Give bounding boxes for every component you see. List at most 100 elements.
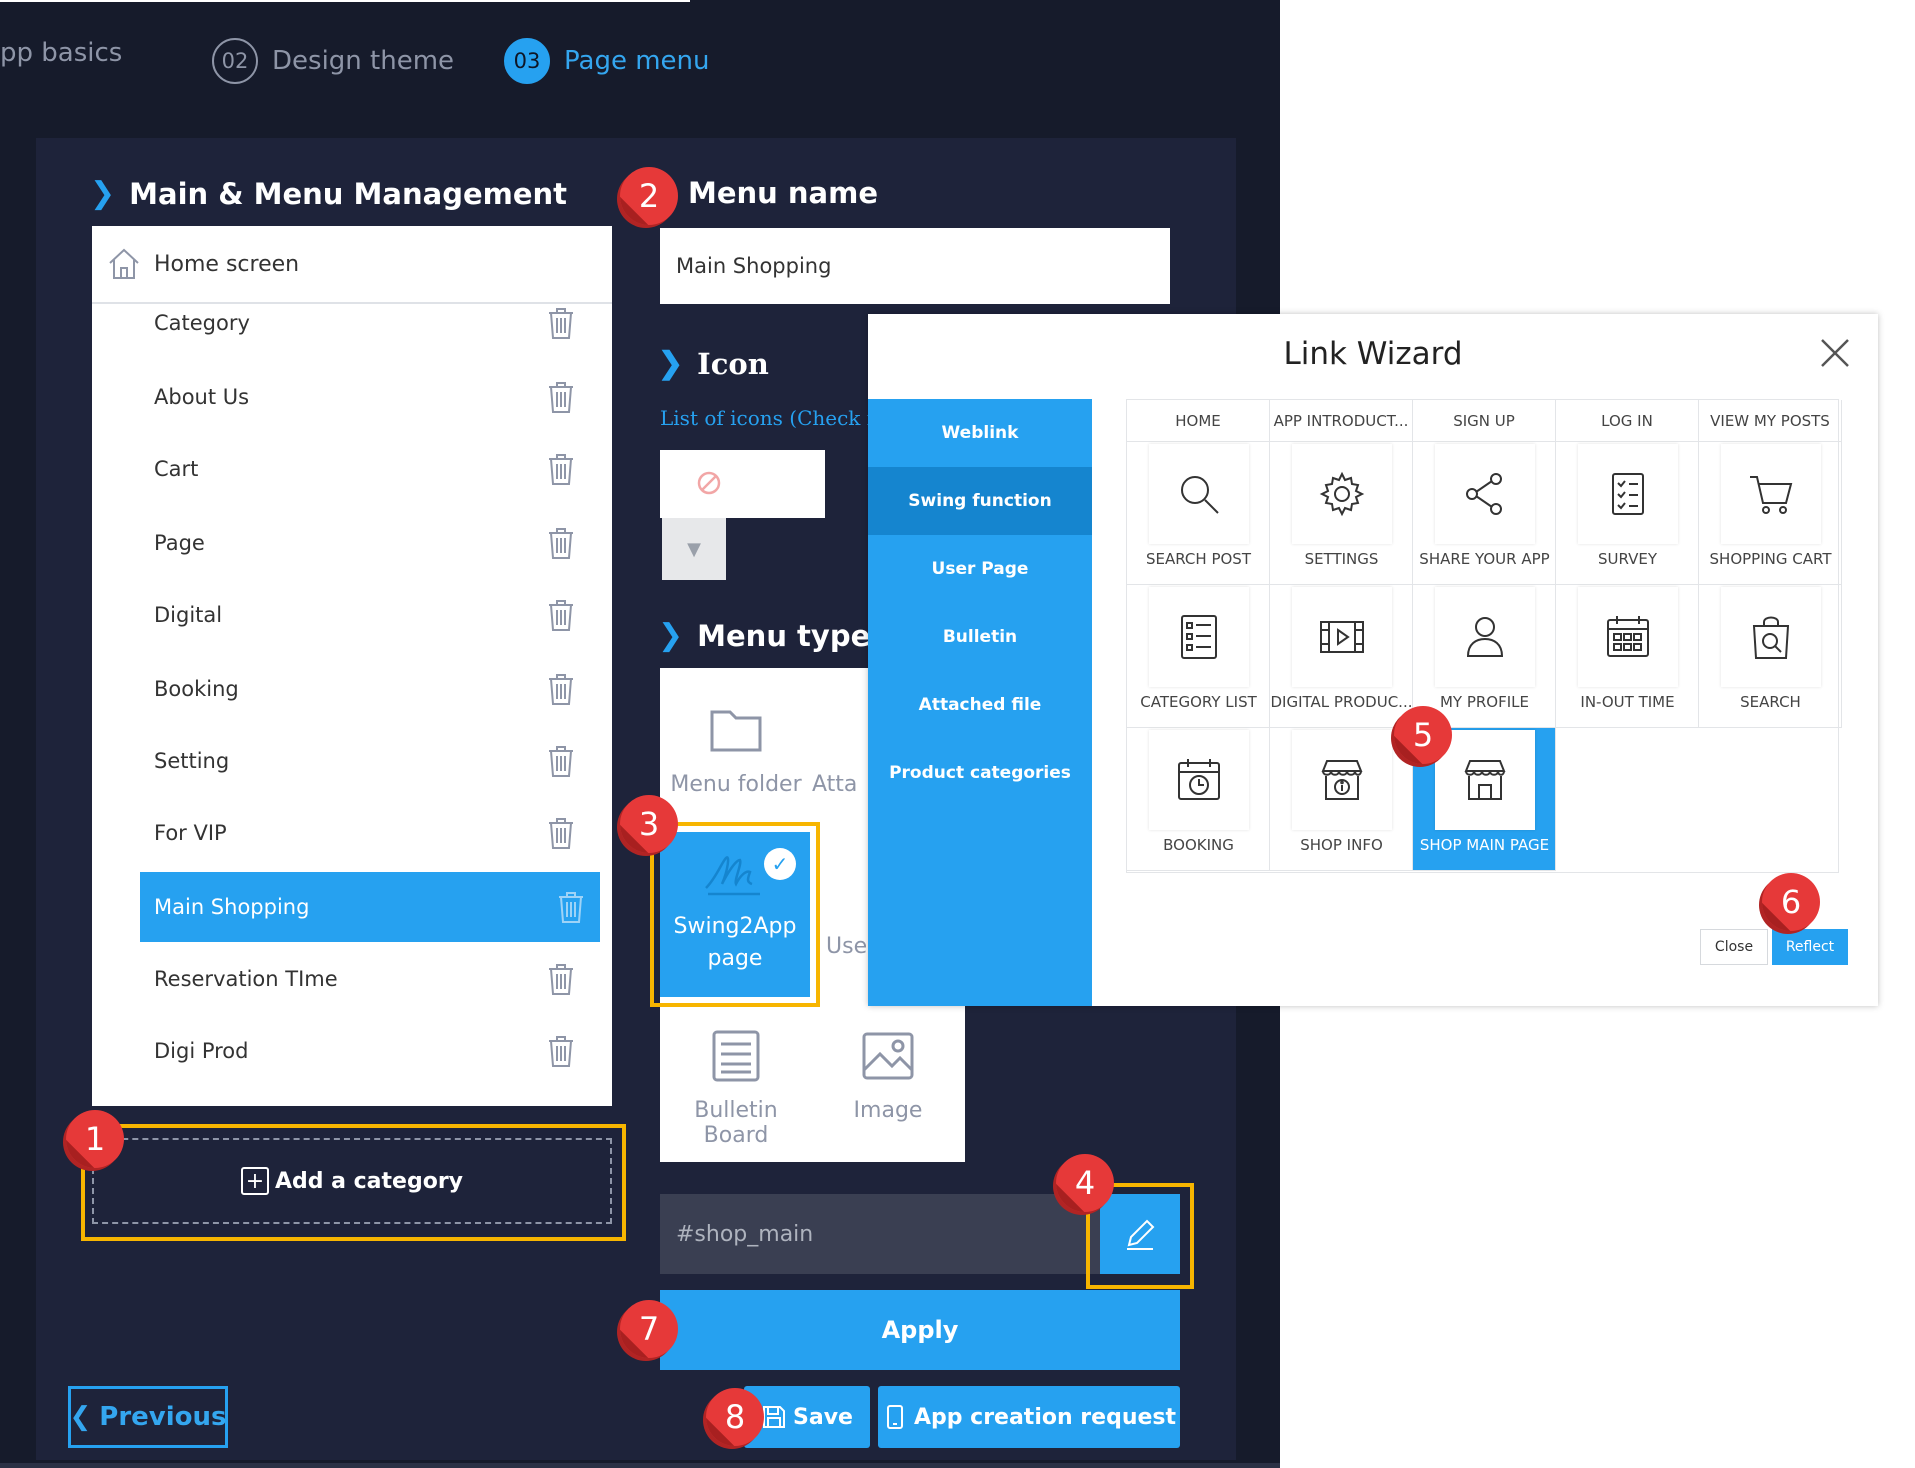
edit-link-button[interactable] bbox=[1100, 1194, 1180, 1274]
trash-icon[interactable] bbox=[546, 526, 576, 560]
main-menu-title: ❯ Main & Menu Management bbox=[90, 176, 567, 211]
category-item[interactable]: About Us bbox=[140, 362, 590, 432]
previous-button[interactable]: ❮ Previous bbox=[68, 1386, 228, 1448]
function-item[interactable]: SHOP INFO bbox=[1270, 728, 1413, 871]
function-label: SHARE YOUR APP bbox=[1419, 550, 1550, 568]
function-label: SHOP INFO bbox=[1300, 836, 1383, 854]
function-label: CATEGORY LIST bbox=[1140, 693, 1257, 711]
trash-icon[interactable] bbox=[546, 672, 576, 706]
icon-picker[interactable] bbox=[660, 450, 825, 518]
function-item[interactable]: BOOKING bbox=[1127, 728, 1270, 871]
function-header[interactable]: SIGN UP bbox=[1413, 400, 1556, 442]
chevron-right-icon: ❯ bbox=[658, 346, 684, 381]
category-item[interactable]: Digital bbox=[140, 580, 590, 650]
add-category-button[interactable]: + Add a category bbox=[92, 1138, 612, 1224]
link-value-field[interactable]: #shop_main bbox=[660, 1194, 1100, 1274]
trash-icon[interactable] bbox=[546, 452, 576, 486]
menu-type-label-line2: page bbox=[707, 946, 763, 971]
share-icon bbox=[1466, 473, 1502, 515]
menu-type-folder[interactable]: Menu folder bbox=[660, 700, 812, 797]
app-creation-request-button[interactable]: App creation request bbox=[878, 1386, 1180, 1448]
link-type-item[interactable]: Product categories bbox=[868, 739, 1092, 807]
function-item[interactable]: DIGITAL PRODUC... bbox=[1270, 585, 1413, 728]
category-item[interactable]: Booking bbox=[140, 654, 590, 724]
category-item[interactable]: Main Shopping bbox=[140, 872, 600, 942]
function-icon-box bbox=[1292, 587, 1392, 687]
link-type-item[interactable]: Swing function bbox=[868, 467, 1092, 535]
menu-type-bulletin[interactable]: Bulletin Board bbox=[660, 1026, 812, 1148]
function-label: SHOPPING CART bbox=[1709, 550, 1832, 568]
category-item[interactable]: Setting bbox=[140, 726, 590, 796]
link-type-item[interactable]: Bulletin bbox=[868, 603, 1092, 671]
category-item[interactable]: Cart bbox=[140, 434, 590, 504]
apply-button[interactable]: Apply bbox=[660, 1290, 1180, 1370]
category-item[interactable]: Reservation TIme bbox=[140, 944, 590, 1014]
menu-type-label: Menu folder bbox=[670, 772, 802, 797]
link-type-item[interactable]: User Page bbox=[868, 535, 1092, 603]
trash-icon[interactable] bbox=[546, 1034, 576, 1068]
step-page-menu[interactable]: 03 Page menu bbox=[504, 38, 710, 84]
menu-type-attached[interactable]: Atta bbox=[812, 700, 872, 797]
previous-label: Previous bbox=[99, 1402, 227, 1432]
link-type-item[interactable]: Attached file bbox=[868, 671, 1092, 739]
trash-icon[interactable] bbox=[546, 306, 576, 340]
link-wizard-dialog: Link Wizard Weblink Swing function User Pa… bbox=[868, 314, 1878, 1006]
function-icon-box bbox=[1721, 444, 1821, 544]
folder-icon bbox=[710, 710, 762, 752]
function-header[interactable]: VIEW MY POSTS bbox=[1699, 400, 1842, 442]
check-icon: ✓ bbox=[764, 848, 796, 880]
close-icon[interactable] bbox=[1818, 336, 1852, 370]
phone-icon bbox=[886, 1405, 903, 1429]
save-label: Save bbox=[793, 1404, 853, 1430]
function-item[interactable]: IN-OUT TIME bbox=[1556, 585, 1699, 728]
apply-label: Apply bbox=[881, 1316, 959, 1344]
step-badge: 4 bbox=[1056, 1154, 1114, 1212]
close-button[interactable]: Close bbox=[1700, 929, 1768, 965]
category-item[interactable]: Digi Prod bbox=[140, 1016, 590, 1086]
trash-icon[interactable] bbox=[556, 890, 586, 924]
storefront-icon bbox=[1464, 760, 1506, 800]
function-item[interactable]: SHOPPING CART bbox=[1699, 442, 1842, 585]
menu-type-label: Use bbox=[826, 934, 866, 959]
trash-icon[interactable] bbox=[546, 598, 576, 632]
reflect-button[interactable]: Reflect bbox=[1772, 929, 1848, 965]
chevron-right-icon: ❯ bbox=[90, 176, 116, 211]
trash-icon[interactable] bbox=[546, 380, 576, 414]
menu-name-value: Main Shopping bbox=[676, 254, 832, 278]
calendar-clock-icon bbox=[1178, 759, 1220, 800]
function-item[interactable]: SEARCH bbox=[1699, 585, 1842, 728]
link-type-item[interactable]: Weblink bbox=[868, 399, 1092, 467]
gear-icon bbox=[1319, 471, 1365, 517]
category-item[interactable]: Page bbox=[140, 508, 590, 578]
category-item[interactable]: For VIP bbox=[140, 798, 590, 868]
function-item[interactable]: SEARCH POST bbox=[1127, 442, 1270, 585]
function-item[interactable]: MY PROFILE bbox=[1413, 585, 1556, 728]
menu-type-user[interactable]: Use bbox=[826, 862, 866, 959]
trash-icon[interactable] bbox=[546, 816, 576, 850]
menu-type-image[interactable]: Image bbox=[812, 1026, 964, 1123]
category-label: Digi Prod bbox=[154, 1039, 249, 1063]
icon-dropdown-toggle[interactable]: ▼ bbox=[662, 518, 726, 580]
icon-list-link[interactable]: List of icons (Check ic bbox=[660, 406, 870, 430]
function-icon-box bbox=[1149, 587, 1249, 687]
step-app-basics[interactable]: pp basics bbox=[0, 38, 122, 68]
chevron-left-icon: ❮ bbox=[69, 1402, 92, 1432]
function-item[interactable]: SETTINGS bbox=[1270, 442, 1413, 585]
step-label: pp basics bbox=[0, 38, 123, 68]
function-header[interactable]: LOG IN bbox=[1556, 400, 1699, 442]
menu-name-input[interactable]: Main Shopping bbox=[660, 228, 1170, 304]
step-design-theme[interactable]: 02 Design theme bbox=[212, 38, 454, 84]
function-item[interactable]: CATEGORY LIST bbox=[1127, 585, 1270, 728]
person-icon bbox=[1466, 617, 1504, 657]
function-item[interactable]: SHARE YOUR APP bbox=[1413, 442, 1556, 585]
function-icon-box bbox=[1721, 587, 1821, 687]
category-item[interactable]: Category bbox=[140, 288, 590, 358]
link-type-sidebar: Weblink Swing function User Page Bulletin At… bbox=[868, 399, 1092, 1006]
function-item[interactable]: SURVEY bbox=[1556, 442, 1699, 585]
function-header[interactable]: APP INTRODUCT... bbox=[1270, 400, 1413, 442]
category-label: Setting bbox=[154, 749, 230, 773]
step-number: 03 bbox=[504, 38, 550, 84]
trash-icon[interactable] bbox=[546, 744, 576, 778]
trash-icon[interactable] bbox=[546, 962, 576, 996]
function-header[interactable]: HOME bbox=[1127, 400, 1270, 442]
